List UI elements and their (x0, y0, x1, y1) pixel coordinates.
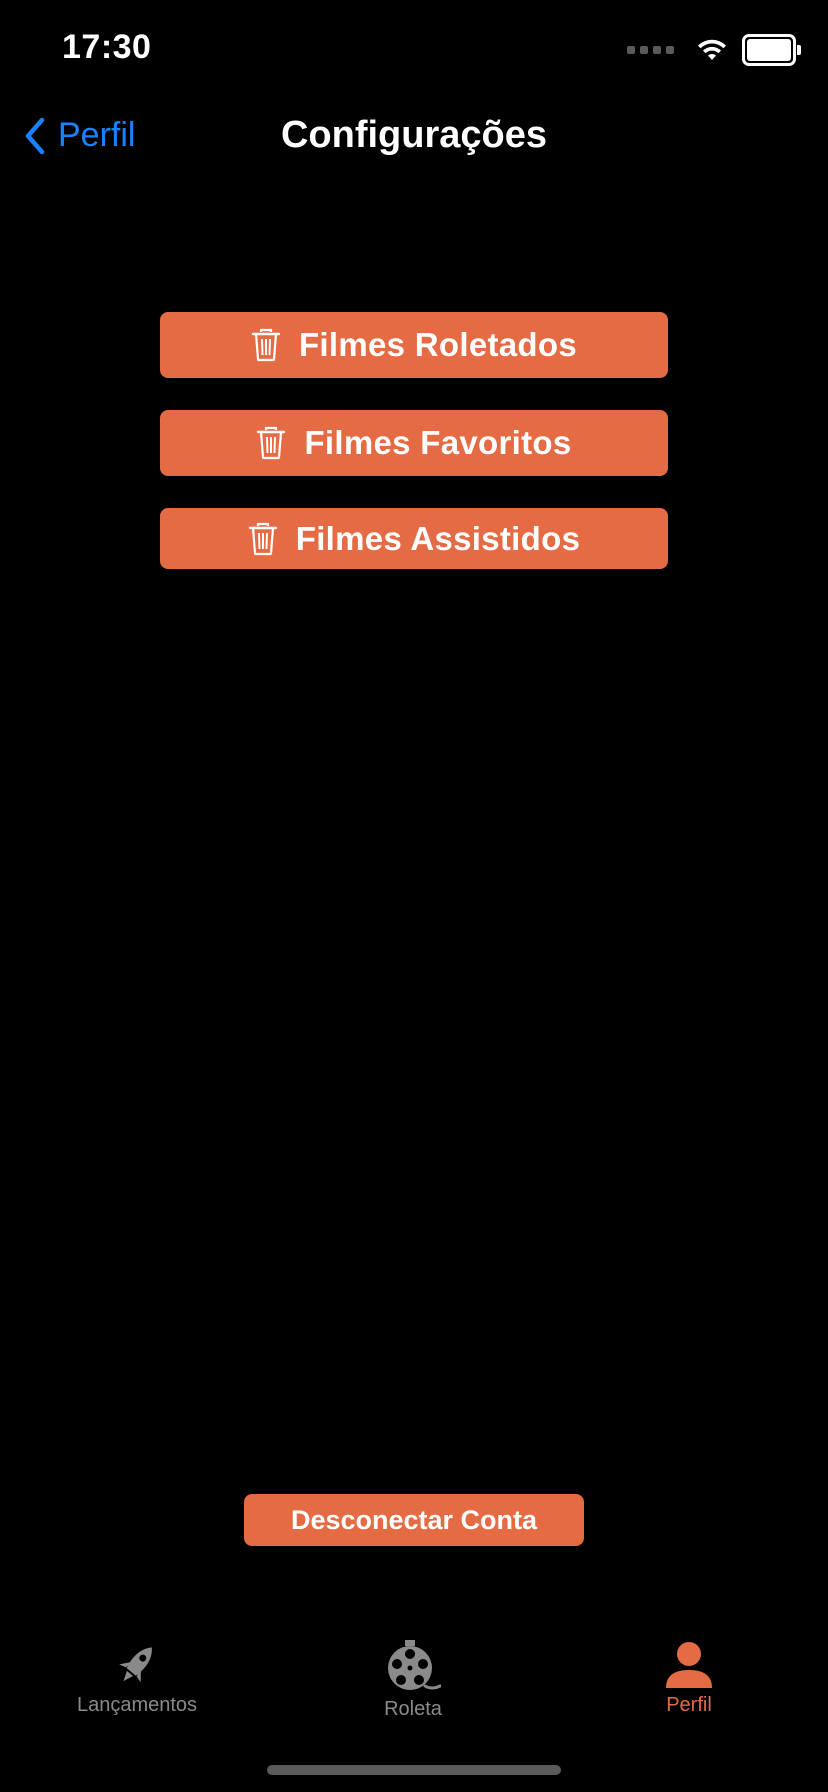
rocket-icon (119, 1647, 152, 1683)
disconnect-account-button[interactable]: Desconectar Conta (244, 1494, 584, 1546)
tab-label: Lançamentos (76, 1694, 198, 1716)
clear-filmes-roletados-button[interactable]: Filmes Roletados (160, 312, 668, 378)
tab-lancamentos[interactable]: Lançamentos (27, 1640, 247, 1717)
battery-icon (742, 34, 801, 66)
status-icons (627, 34, 801, 66)
tab-label: Roleta (384, 1698, 442, 1720)
cellular-signal-icon (627, 46, 674, 54)
tab-roleta[interactable]: Roleta (303, 1640, 523, 1721)
trash-icon (251, 328, 281, 362)
status-time: 17:30 (62, 28, 152, 66)
disconnect-label: Desconectar Conta (290, 1504, 538, 1535)
tab-label: Perfil (666, 1694, 712, 1716)
action-label: Filmes Favoritos (304, 424, 572, 461)
trash-icon (257, 426, 286, 460)
clear-filmes-favoritos-button[interactable]: Filmes Favoritos (160, 410, 668, 476)
page-title: Configurações (280, 114, 548, 156)
action-label: Filmes Assistidos (295, 519, 581, 557)
clear-filmes-assistidos-button[interactable]: Filmes Assistidos (160, 508, 668, 569)
tab-perfil[interactable]: Perfil (579, 1640, 799, 1717)
wifi-icon (698, 39, 726, 60)
person-icon (666, 1642, 712, 1688)
film-reel-icon (388, 1640, 441, 1690)
trash-icon (248, 522, 277, 555)
action-label: Filmes Roletados (298, 326, 578, 363)
home-indicator[interactable] (267, 1765, 561, 1775)
